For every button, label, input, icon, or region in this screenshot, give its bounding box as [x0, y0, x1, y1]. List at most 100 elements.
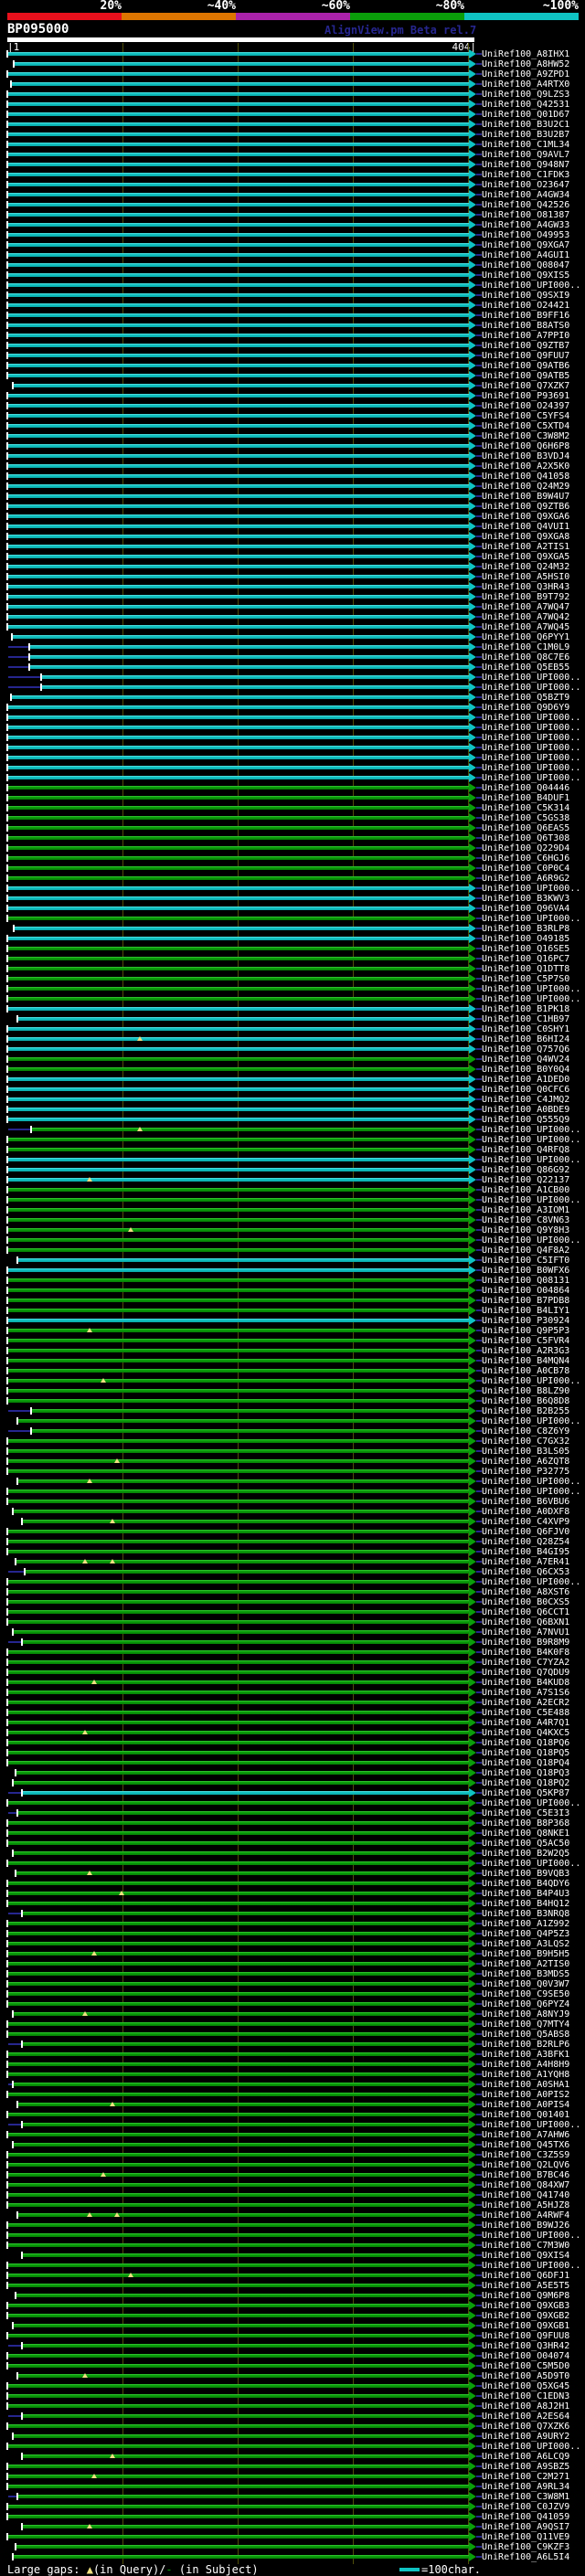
- hit-label[interactable]: UniRef100_Q5EB55: [482, 663, 569, 673]
- hit-bar[interactable]: [16, 1871, 469, 1875]
- hit-label[interactable]: UniRef100_B4DUF1: [482, 794, 569, 803]
- hit-bar[interactable]: [8, 2274, 469, 2277]
- hit-label[interactable]: UniRef100_A9URY2: [482, 2433, 569, 2442]
- hit-bar[interactable]: [8, 977, 469, 981]
- hit-bar[interactable]: [8, 525, 469, 528]
- hit-label[interactable]: UniRef100_A6L5I4: [482, 2553, 569, 2562]
- hit-bar[interactable]: [8, 1701, 469, 1704]
- hit-bar[interactable]: [14, 1781, 469, 1785]
- hit-bar[interactable]: [8, 1067, 469, 1071]
- hit-bar[interactable]: [16, 2294, 469, 2297]
- hit-label[interactable]: UniRef100_Q11VE9: [482, 2533, 569, 2542]
- hit-label[interactable]: UniRef100_UPI000..: [482, 281, 580, 291]
- hit-label[interactable]: UniRef100_B9W4U7: [482, 493, 569, 502]
- hit-bar[interactable]: [8, 1882, 469, 1885]
- hit-label[interactable]: UniRef100_A4GUI1: [482, 251, 569, 260]
- hit-bar[interactable]: [12, 82, 469, 86]
- hit-bar[interactable]: [8, 313, 469, 317]
- hit-bar[interactable]: [8, 52, 469, 56]
- hit-bar[interactable]: [8, 1218, 469, 1222]
- hit-bar[interactable]: [23, 2454, 469, 2458]
- hit-bar[interactable]: [8, 1359, 469, 1362]
- hit-bar[interactable]: [8, 2183, 469, 2187]
- hit-label[interactable]: UniRef100_A5HJZ8: [482, 2201, 569, 2210]
- hit-bar[interactable]: [8, 2284, 469, 2287]
- hit-bar[interactable]: [8, 1208, 469, 1212]
- hit-bar[interactable]: [8, 1590, 469, 1594]
- hit-label[interactable]: UniRef100_Q9XIS5: [482, 271, 569, 281]
- hit-label[interactable]: UniRef100_C5E3I3: [482, 1809, 569, 1818]
- hit-bar[interactable]: [8, 1148, 469, 1151]
- hit-bar[interactable]: [15, 927, 469, 930]
- hit-bar[interactable]: [8, 2032, 469, 2036]
- hit-bar[interactable]: [8, 1027, 469, 1031]
- hit-bar[interactable]: [8, 1339, 469, 1342]
- hit-bar[interactable]: [8, 997, 469, 1001]
- hit-label[interactable]: UniRef100_Q9XGB2: [482, 2312, 569, 2321]
- hit-label[interactable]: UniRef100_O23647: [482, 181, 569, 190]
- hit-bar[interactable]: [8, 1469, 469, 1473]
- hit-bar[interactable]: [8, 906, 469, 910]
- hit-bar[interactable]: [8, 1992, 469, 1996]
- hit-bar[interactable]: [8, 394, 469, 398]
- hit-label[interactable]: UniRef100_C3W8M1: [482, 2493, 569, 2502]
- hit-bar[interactable]: [8, 2384, 469, 2388]
- hit-label[interactable]: UniRef100_Q18PQ3: [482, 1769, 569, 1778]
- hit-label[interactable]: UniRef100_A6R9G2: [482, 875, 569, 884]
- hit-bar[interactable]: [8, 625, 469, 629]
- hit-label[interactable]: UniRef100_A3LQS2: [482, 1940, 569, 1949]
- hit-label[interactable]: UniRef100_C5E488: [482, 1709, 569, 1718]
- hit-label[interactable]: UniRef100_Q4P5Z3: [482, 1930, 569, 1939]
- hit-label[interactable]: UniRef100_P93691: [482, 392, 569, 401]
- hit-label[interactable]: UniRef100_C9KZF3: [482, 2543, 569, 2552]
- hit-bar[interactable]: [14, 1851, 469, 1855]
- hit-label[interactable]: UniRef100_Q8C7E6: [482, 653, 569, 663]
- hit-label[interactable]: UniRef100_C9SE50: [482, 1990, 569, 1999]
- hit-bar[interactable]: [8, 1198, 469, 1202]
- hit-label[interactable]: UniRef100_A4RTX0: [482, 80, 569, 90]
- hit-label[interactable]: UniRef100_Q7MTY4: [482, 2020, 569, 2030]
- hit-bar[interactable]: [8, 726, 469, 729]
- hit-label[interactable]: UniRef100_Q1DTT8: [482, 965, 569, 974]
- hit-label[interactable]: UniRef100_O24397: [482, 402, 569, 411]
- hit-label[interactable]: UniRef100_Q6EAS5: [482, 824, 569, 833]
- hit-label[interactable]: UniRef100_P32775: [482, 1468, 569, 1477]
- hit-bar[interactable]: [8, 555, 469, 558]
- hit-bar[interactable]: [8, 1670, 469, 1674]
- hit-label[interactable]: UniRef100_B2RLP6: [482, 2041, 569, 2050]
- hit-bar[interactable]: [23, 1912, 469, 1915]
- hit-label[interactable]: UniRef100_Q9XIS4: [482, 2252, 569, 2261]
- hit-bar[interactable]: [8, 1952, 469, 1956]
- hit-label[interactable]: UniRef100_Q5BZT9: [482, 694, 569, 703]
- hit-bar[interactable]: [8, 213, 469, 217]
- hit-label[interactable]: UniRef100_B4KUD8: [482, 1679, 569, 1688]
- hit-bar[interactable]: [8, 796, 469, 800]
- hit-bar[interactable]: [8, 2465, 469, 2468]
- hit-bar[interactable]: [8, 1801, 469, 1805]
- hit-label[interactable]: UniRef100_Q5KP87: [482, 1789, 569, 1798]
- hit-bar[interactable]: [8, 957, 469, 960]
- hit-label[interactable]: UniRef100_Q24M32: [482, 563, 569, 572]
- hit-label[interactable]: UniRef100_B3U2C1: [482, 121, 569, 130]
- hit-bar[interactable]: [26, 1570, 469, 1574]
- hit-label[interactable]: UniRef100_Q555Q9: [482, 1116, 569, 1125]
- hit-label[interactable]: UniRef100_A7PPI0: [482, 332, 569, 341]
- hit-bar[interactable]: [8, 1691, 469, 1694]
- hit-bar[interactable]: [8, 1600, 469, 1604]
- hit-bar[interactable]: [8, 2354, 469, 2358]
- hit-label[interactable]: UniRef100_B9H5H5: [482, 1950, 569, 1959]
- hit-bar[interactable]: [8, 585, 469, 588]
- hit-label[interactable]: UniRef100_Q6H6P8: [482, 442, 569, 451]
- hit-bar[interactable]: [8, 173, 469, 176]
- hit-bar[interactable]: [8, 1831, 469, 1835]
- hit-bar[interactable]: [8, 1972, 469, 1976]
- hit-label[interactable]: UniRef100_A0DXF8: [482, 1508, 569, 1517]
- hit-bar[interactable]: [15, 62, 469, 66]
- hit-label[interactable]: UniRef100_A2TIS1: [482, 543, 569, 552]
- hit-bar[interactable]: [8, 2203, 469, 2207]
- hit-label[interactable]: UniRef100_UPI000..: [482, 995, 580, 1004]
- hit-label[interactable]: UniRef100_Q4RFQ8: [482, 1146, 569, 1155]
- hit-label[interactable]: UniRef100_B2W2Q5: [482, 1850, 569, 1859]
- hit-bar[interactable]: [8, 2505, 469, 2508]
- hit-label[interactable]: UniRef100_B9WJ26: [482, 2221, 569, 2231]
